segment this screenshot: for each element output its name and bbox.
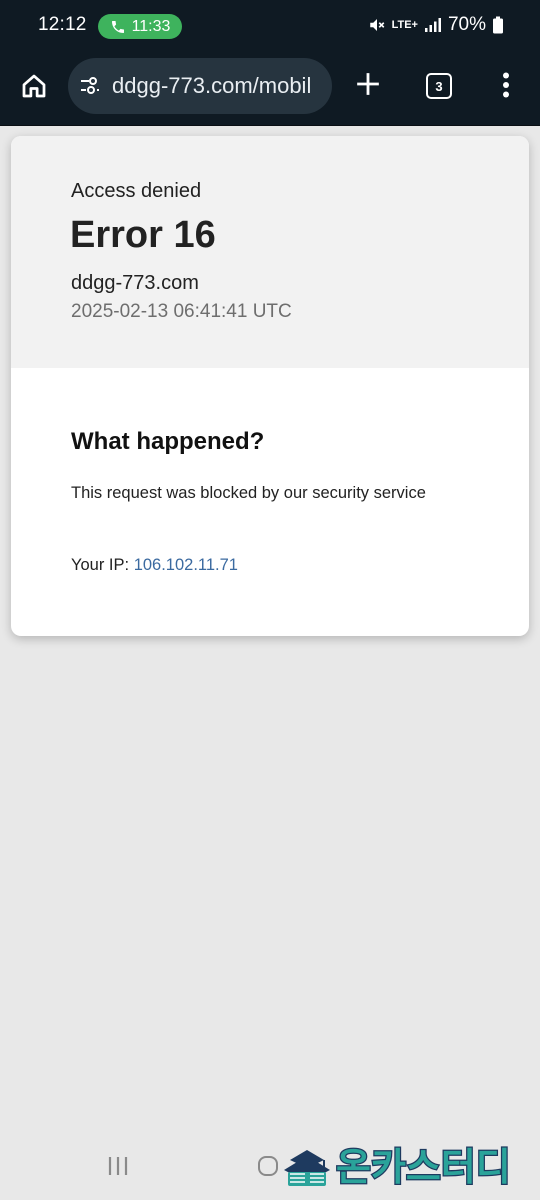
more-vert-icon <box>503 72 509 98</box>
watermark-logo: 온카스터디 <box>284 1144 512 1190</box>
phone-icon <box>111 20 124 33</box>
error-domain: ddgg-773.com <box>71 272 199 294</box>
watermark-text: 온카스터디 <box>336 1145 511 1189</box>
graduation-book-icon <box>284 1150 330 1186</box>
home-button[interactable] <box>16 68 52 104</box>
error-header: Access denied Error 16 ddgg-773.com 2025… <box>11 136 529 368</box>
address-bar[interactable]: ddgg-773.com/mobil <box>68 58 332 114</box>
signal-icon <box>424 18 441 32</box>
url-text[interactable]: ddgg-773.com/mobil <box>112 73 311 99</box>
access-denied-label: Access denied <box>71 180 202 202</box>
volume-off-icon <box>369 19 384 31</box>
error-title: Error 16 <box>70 214 216 256</box>
error-card: Access denied Error 16 ddgg-773.com 2025… <box>11 136 529 636</box>
error-description: This request was blocked by our security… <box>71 484 426 502</box>
ip-label: Your IP: <box>71 556 134 574</box>
what-happened-heading: What happened? <box>71 428 265 455</box>
new-tab-button[interactable] <box>352 68 384 100</box>
ip-value: 106.102.11.71 <box>133 556 238 574</box>
status-time: 12:12 <box>38 14 87 35</box>
tune-icon[interactable] <box>78 74 102 98</box>
home-icon <box>22 74 46 98</box>
status-icons: LTE+ 70% <box>368 14 504 36</box>
nav-home-button[interactable] <box>258 1156 278 1176</box>
network-type: LTE+ <box>391 18 418 31</box>
battery-percent: 70% <box>447 14 486 35</box>
ongoing-call-pill[interactable]: 11:33 <box>98 14 182 39</box>
plus-icon <box>357 73 379 95</box>
call-timer: 11:33 <box>131 17 171 35</box>
menu-button[interactable] <box>496 70 516 100</box>
browser-top-bar: 12:12 11:33 LTE+ 70% ddgg-773.com/mobil … <box>0 0 540 126</box>
recent-apps-button[interactable] <box>106 1156 130 1176</box>
battery-icon <box>493 16 503 34</box>
error-timestamp: 2025-02-13 06:41:41 UTC <box>71 301 292 322</box>
tab-switcher-button[interactable]: 3 <box>426 73 452 99</box>
ip-row: Your IP: 106.102.11.71 <box>71 556 238 575</box>
